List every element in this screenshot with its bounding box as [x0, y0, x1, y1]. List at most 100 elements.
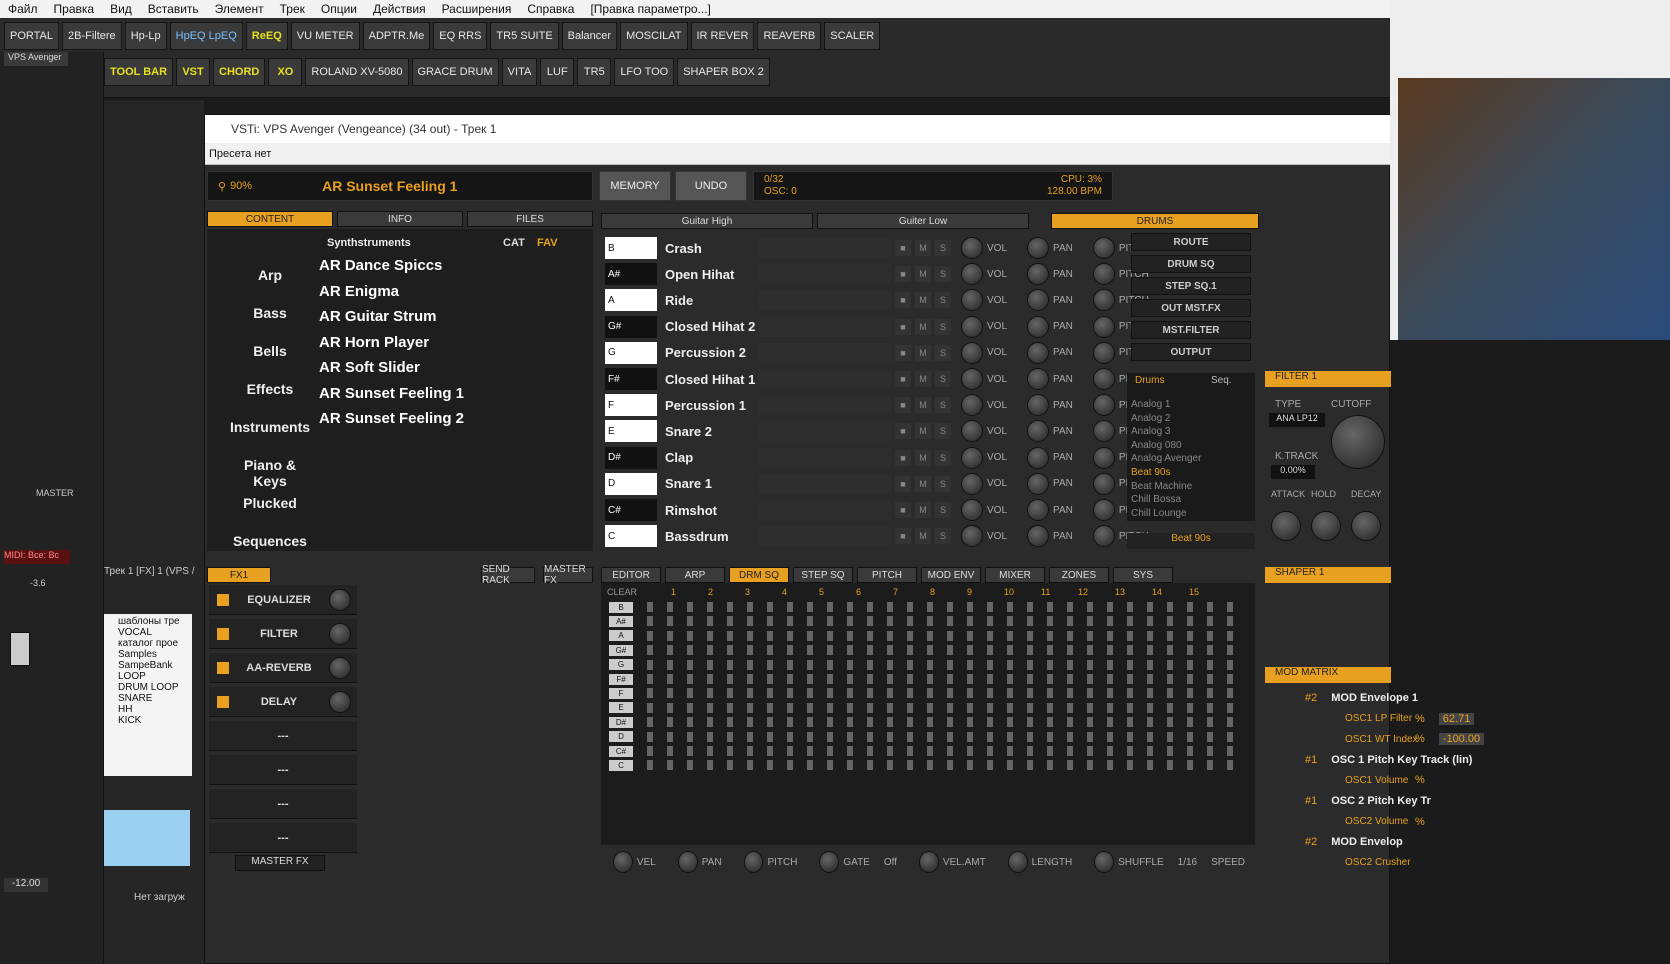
- step-cell[interactable]: [747, 702, 753, 713]
- vol-knob[interactable]: [961, 263, 983, 286]
- step-cell[interactable]: [807, 645, 813, 656]
- step-cell[interactable]: [707, 674, 713, 684]
- step-cell[interactable]: [1147, 674, 1153, 684]
- cat-toggle[interactable]: CAT: [503, 237, 525, 249]
- step-cell[interactable]: [1067, 602, 1073, 612]
- step-cell[interactable]: [727, 674, 733, 684]
- step-cell[interactable]: [807, 731, 813, 742]
- pitch-knob[interactable]: [1092, 420, 1115, 443]
- step-cell[interactable]: [707, 717, 713, 728]
- step-cell[interactable]: [1027, 616, 1033, 627]
- fx-tab[interactable]: MASTER FX: [543, 564, 593, 586]
- pitch-knob[interactable]: [1092, 394, 1115, 417]
- route-button[interactable]: OUT MST.FX: [1131, 299, 1251, 317]
- folder-item[interactable]: SampeBank: [118, 660, 192, 671]
- step-cell[interactable]: [1107, 602, 1113, 612]
- step-cell[interactable]: [1167, 746, 1173, 756]
- fx-mix-knob[interactable]: [329, 588, 351, 611]
- step-cell[interactable]: [1007, 645, 1013, 656]
- step-cell[interactable]: [787, 659, 793, 670]
- toolbar-button[interactable]: Hp-Lp: [124, 22, 167, 50]
- step-cell[interactable]: [807, 702, 813, 713]
- lock-icon[interactable]: ■: [895, 318, 911, 335]
- folder-item[interactable]: VOCAL: [118, 627, 192, 638]
- mute-button[interactable]: M: [915, 449, 931, 466]
- step-cell[interactable]: [907, 602, 913, 612]
- master-fx-button[interactable]: MASTER FX: [235, 855, 325, 871]
- lock-icon[interactable]: ■: [895, 397, 911, 414]
- folder-item[interactable]: KICK: [118, 715, 192, 726]
- lock-icon[interactable]: ■: [895, 240, 911, 256]
- step-cell[interactable]: [1107, 731, 1113, 742]
- step-cell[interactable]: [1087, 717, 1093, 728]
- drum-key[interactable]: E: [605, 420, 657, 443]
- step-cell[interactable]: [647, 602, 653, 612]
- step-cell[interactable]: [867, 717, 873, 728]
- fx-slot[interactable]: ---: [209, 755, 357, 785]
- route-button[interactable]: ROUTE: [1131, 233, 1251, 251]
- kit-item[interactable]: Chill Lounge: [1131, 508, 1201, 522]
- vol-knob[interactable]: [961, 368, 983, 390]
- step-cell[interactable]: [827, 702, 833, 713]
- pan-knob[interactable]: [1027, 394, 1050, 417]
- vol-knob[interactable]: [961, 315, 983, 338]
- env-knob[interactable]: [1271, 511, 1301, 541]
- step-cell[interactable]: [1167, 616, 1173, 627]
- drum-name[interactable]: Open Hihat: [657, 267, 757, 282]
- step-cell[interactable]: [887, 659, 893, 670]
- step-cell[interactable]: [1187, 630, 1193, 641]
- drum-name[interactable]: Bassdrum: [657, 529, 757, 544]
- step-cell[interactable]: [1227, 602, 1233, 612]
- step-cell[interactable]: [787, 702, 793, 713]
- step-cell[interactable]: [1127, 731, 1133, 742]
- step-cell[interactable]: [1187, 717, 1193, 728]
- step-cell[interactable]: [967, 688, 973, 699]
- drum-key[interactable]: F#: [605, 368, 657, 390]
- gate-knob[interactable]: [819, 851, 840, 873]
- step-cell[interactable]: [807, 746, 813, 756]
- preset-item[interactable]: AR Enigma: [319, 283, 399, 300]
- step-cell[interactable]: [1087, 616, 1093, 627]
- menu-item[interactable]: Элемент: [207, 2, 272, 16]
- fx-slot[interactable]: DELAY: [209, 687, 357, 717]
- step-cell[interactable]: [1207, 674, 1213, 684]
- step-cell[interactable]: [927, 746, 933, 756]
- step-cell[interactable]: [947, 731, 953, 742]
- step-cell[interactable]: [987, 717, 993, 728]
- toolbar-button[interactable]: PORTAL: [4, 22, 59, 50]
- step-cell[interactable]: [707, 760, 713, 771]
- fx-enable-toggle[interactable]: [217, 593, 229, 606]
- step-cell[interactable]: [1067, 616, 1073, 627]
- menu-item[interactable]: Файл: [0, 2, 46, 16]
- step-cell[interactable]: [1207, 659, 1213, 670]
- pitch-knob[interactable]: [1092, 472, 1115, 495]
- step-cell[interactable]: [1047, 602, 1053, 612]
- step-cell[interactable]: [1207, 760, 1213, 771]
- step-cell[interactable]: [947, 602, 953, 612]
- step-cell[interactable]: [887, 717, 893, 728]
- step-cell[interactable]: [1227, 616, 1233, 627]
- step-cell[interactable]: [727, 731, 733, 742]
- vol-knob[interactable]: [961, 472, 983, 495]
- step-cell[interactable]: [1167, 688, 1173, 699]
- step-cell[interactable]: [947, 688, 953, 699]
- step-cell[interactable]: [827, 674, 833, 684]
- drum-key[interactable]: A: [605, 289, 657, 312]
- preset-item[interactable]: AR Sunset Feeling 1: [319, 385, 464, 402]
- step-cell[interactable]: [1067, 645, 1073, 656]
- mod-row[interactable]: OSC1 Volume%: [1305, 770, 1505, 790]
- step-cell[interactable]: [767, 760, 773, 771]
- step-cell[interactable]: [687, 746, 693, 756]
- step-cell[interactable]: [987, 702, 993, 713]
- step-cell[interactable]: [1207, 746, 1213, 756]
- drum-key[interactable]: G#: [605, 315, 657, 338]
- step-cell[interactable]: [867, 602, 873, 612]
- step-cell[interactable]: [707, 616, 713, 627]
- seq-tab[interactable]: ZONES: [1049, 567, 1109, 583]
- step-cell[interactable]: [1047, 746, 1053, 756]
- step-cell[interactable]: [1047, 659, 1053, 670]
- seq-tab[interactable]: SYS: [1113, 567, 1173, 583]
- step-cell[interactable]: [987, 760, 993, 771]
- step-cell[interactable]: [847, 659, 853, 670]
- step-cell[interactable]: [787, 602, 793, 612]
